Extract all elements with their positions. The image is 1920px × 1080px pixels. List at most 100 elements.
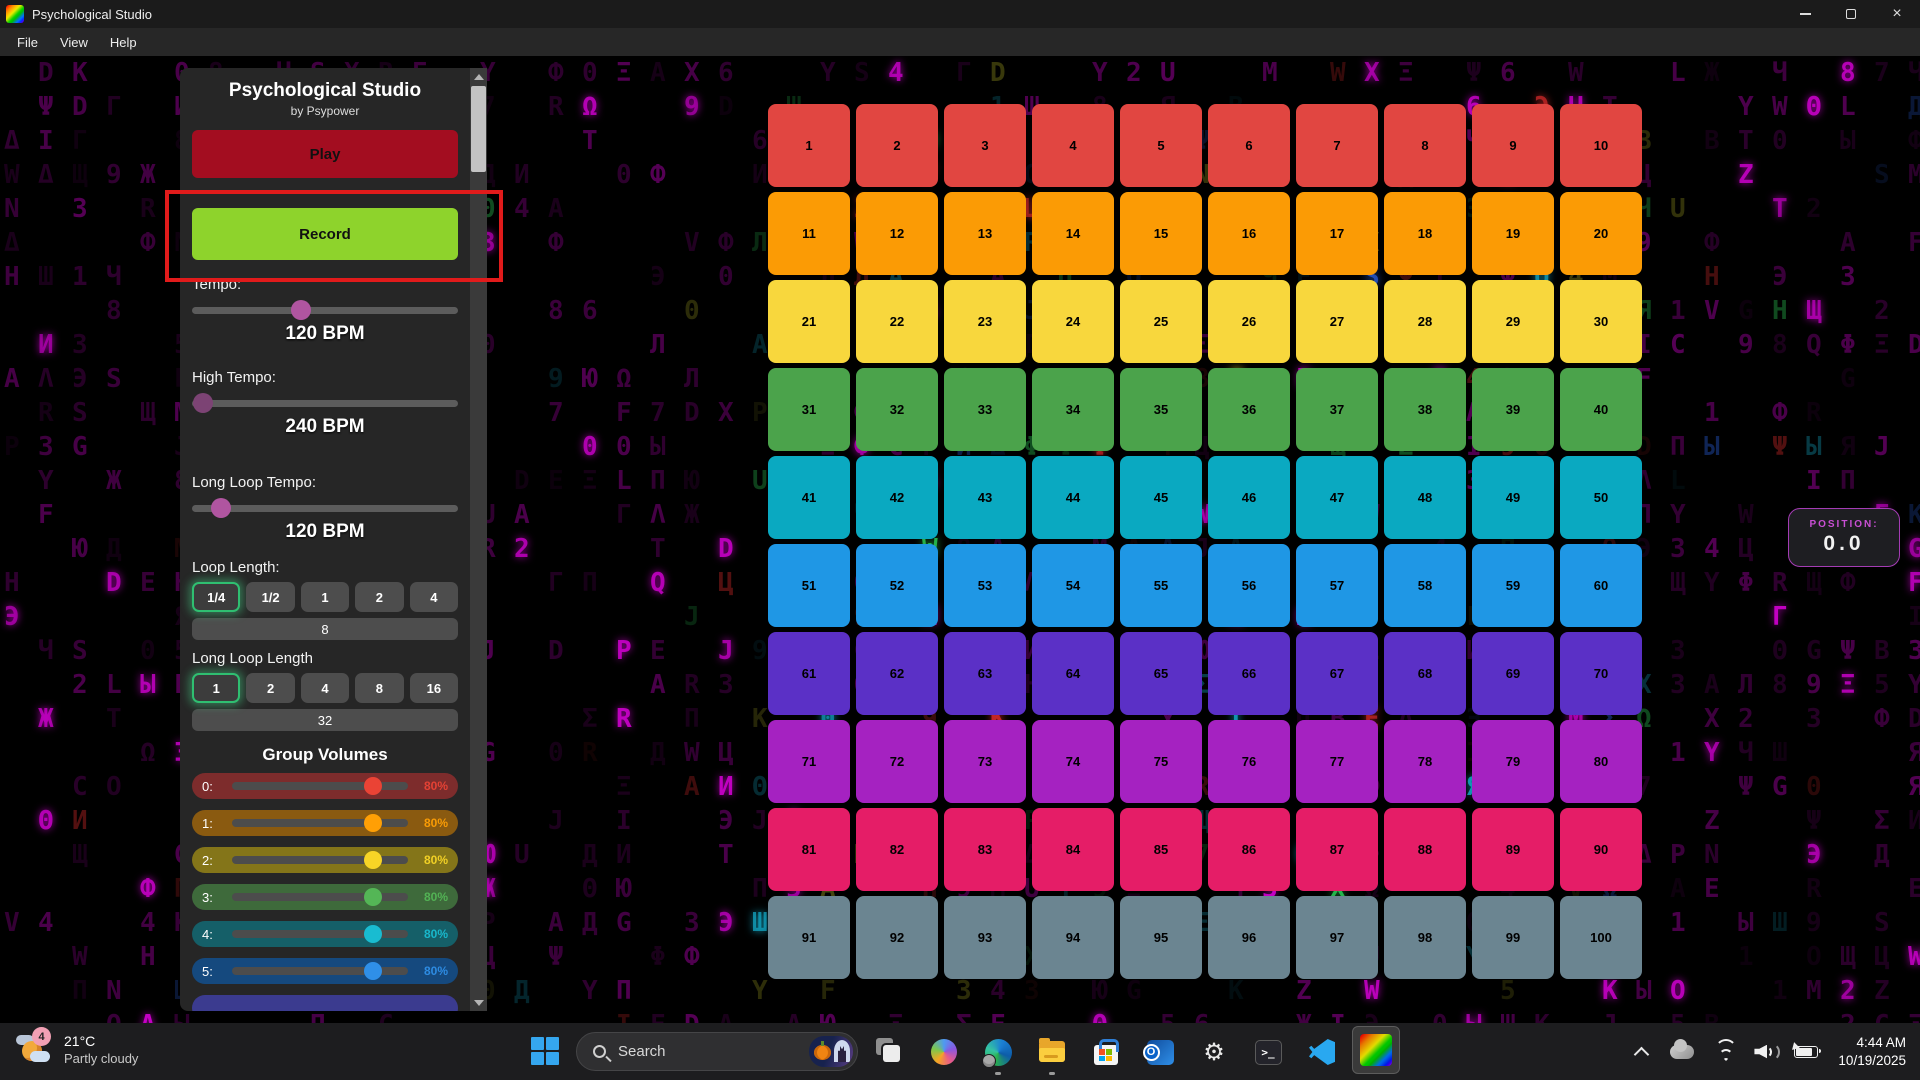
task-view-button[interactable]	[874, 1036, 906, 1068]
pad-54[interactable]: 54	[1032, 544, 1114, 627]
pad-24[interactable]: 24	[1032, 280, 1114, 363]
scroll-down-button[interactable]	[470, 994, 487, 1011]
pad-1[interactable]: 1	[768, 104, 850, 187]
pad-40[interactable]: 40	[1560, 368, 1642, 451]
pad-65[interactable]: 65	[1120, 632, 1202, 715]
pad-30[interactable]: 30	[1560, 280, 1642, 363]
pad-100[interactable]: 100	[1560, 896, 1642, 979]
pad-62[interactable]: 62	[856, 632, 938, 715]
pad-13[interactable]: 13	[944, 192, 1026, 275]
pad-81[interactable]: 81	[768, 808, 850, 891]
long-loop-length-option-16[interactable]: 16	[410, 673, 458, 703]
pad-21[interactable]: 21	[768, 280, 850, 363]
copilot-button[interactable]	[928, 1036, 960, 1068]
volume-slider-thumb[interactable]	[364, 814, 382, 832]
long-loop-length-option-1[interactable]: 1	[192, 673, 240, 703]
volume-slider[interactable]	[232, 893, 408, 901]
pad-61[interactable]: 61	[768, 632, 850, 715]
pad-63[interactable]: 63	[944, 632, 1026, 715]
pad-7[interactable]: 7	[1296, 104, 1378, 187]
pad-49[interactable]: 49	[1472, 456, 1554, 539]
pad-34[interactable]: 34	[1032, 368, 1114, 451]
volume-slider-thumb[interactable]	[364, 962, 382, 980]
pad-33[interactable]: 33	[944, 368, 1026, 451]
pad-52[interactable]: 52	[856, 544, 938, 627]
pad-20[interactable]: 20	[1560, 192, 1642, 275]
loop-length-option-8[interactable]: 8	[192, 618, 458, 640]
outlook-button[interactable]: O	[1144, 1036, 1176, 1068]
pad-87[interactable]: 87	[1296, 808, 1378, 891]
pad-39[interactable]: 39	[1472, 368, 1554, 451]
file-explorer-button[interactable]	[1036, 1036, 1068, 1068]
store-button[interactable]	[1090, 1036, 1122, 1068]
high-tempo-slider[interactable]	[192, 400, 458, 407]
loop-length-option-1-4[interactable]: 1/4	[192, 582, 240, 612]
pad-95[interactable]: 95	[1120, 896, 1202, 979]
weather-widget[interactable]: 4 21°C Partly cloudy	[16, 1029, 138, 1069]
maximize-button[interactable]	[1828, 0, 1874, 28]
search-input[interactable]: Search	[576, 1032, 858, 1071]
pad-16[interactable]: 16	[1208, 192, 1290, 275]
pad-74[interactable]: 74	[1032, 720, 1114, 803]
pad-23[interactable]: 23	[944, 280, 1026, 363]
pad-3[interactable]: 3	[944, 104, 1026, 187]
pad-41[interactable]: 41	[768, 456, 850, 539]
long-loop-length-option-2[interactable]: 2	[246, 673, 294, 703]
pad-5[interactable]: 5	[1120, 104, 1202, 187]
pad-82[interactable]: 82	[856, 808, 938, 891]
pad-11[interactable]: 11	[768, 192, 850, 275]
pad-67[interactable]: 67	[1296, 632, 1378, 715]
volume-slider[interactable]	[232, 819, 408, 827]
pad-68[interactable]: 68	[1384, 632, 1466, 715]
pad-51[interactable]: 51	[768, 544, 850, 627]
pad-86[interactable]: 86	[1208, 808, 1290, 891]
pad-58[interactable]: 58	[1384, 544, 1466, 627]
volume-slider-thumb[interactable]	[364, 888, 382, 906]
pad-48[interactable]: 48	[1384, 456, 1466, 539]
pad-77[interactable]: 77	[1296, 720, 1378, 803]
pad-25[interactable]: 25	[1120, 280, 1202, 363]
pad-47[interactable]: 47	[1296, 456, 1378, 539]
long-loop-tempo-slider-thumb[interactable]	[211, 498, 231, 518]
pad-96[interactable]: 96	[1208, 896, 1290, 979]
pad-80[interactable]: 80	[1560, 720, 1642, 803]
clock[interactable]: 4:44 AM 10/19/2025	[1838, 1034, 1906, 1070]
battery-icon[interactable]	[1794, 1046, 1818, 1058]
pad-18[interactable]: 18	[1384, 192, 1466, 275]
pad-9[interactable]: 9	[1472, 104, 1554, 187]
vscode-button[interactable]	[1306, 1036, 1338, 1068]
pad-2[interactable]: 2	[856, 104, 938, 187]
pad-36[interactable]: 36	[1208, 368, 1290, 451]
pad-6[interactable]: 6	[1208, 104, 1290, 187]
pad-97[interactable]: 97	[1296, 896, 1378, 979]
pad-44[interactable]: 44	[1032, 456, 1114, 539]
tempo-slider[interactable]	[192, 307, 458, 314]
long-loop-length-option-32[interactable]: 32	[192, 709, 458, 731]
pad-14[interactable]: 14	[1032, 192, 1114, 275]
long-loop-length-option-8[interactable]: 8	[355, 673, 403, 703]
long-loop-length-option-4[interactable]: 4	[301, 673, 349, 703]
pad-26[interactable]: 26	[1208, 280, 1290, 363]
pad-10[interactable]: 10	[1560, 104, 1642, 187]
loop-length-option-1[interactable]: 1	[301, 582, 349, 612]
volume-slider[interactable]	[232, 782, 408, 790]
onedrive-cloud-icon[interactable]	[1670, 1045, 1694, 1059]
wifi-icon[interactable]	[1714, 1043, 1738, 1061]
pad-66[interactable]: 66	[1208, 632, 1290, 715]
pad-45[interactable]: 45	[1120, 456, 1202, 539]
pad-38[interactable]: 38	[1384, 368, 1466, 451]
edge-button[interactable]	[982, 1036, 1014, 1068]
pad-29[interactable]: 29	[1472, 280, 1554, 363]
pad-73[interactable]: 73	[944, 720, 1026, 803]
pad-98[interactable]: 98	[1384, 896, 1466, 979]
pad-55[interactable]: 55	[1120, 544, 1202, 627]
pad-78[interactable]: 78	[1384, 720, 1466, 803]
minimize-button[interactable]	[1782, 0, 1828, 28]
pad-88[interactable]: 88	[1384, 808, 1466, 891]
pad-57[interactable]: 57	[1296, 544, 1378, 627]
volume-slider[interactable]	[232, 856, 408, 864]
scroll-up-button[interactable]	[470, 68, 487, 85]
pad-89[interactable]: 89	[1472, 808, 1554, 891]
loop-length-option-4[interactable]: 4	[410, 582, 458, 612]
menu-file[interactable]: File	[6, 31, 49, 54]
